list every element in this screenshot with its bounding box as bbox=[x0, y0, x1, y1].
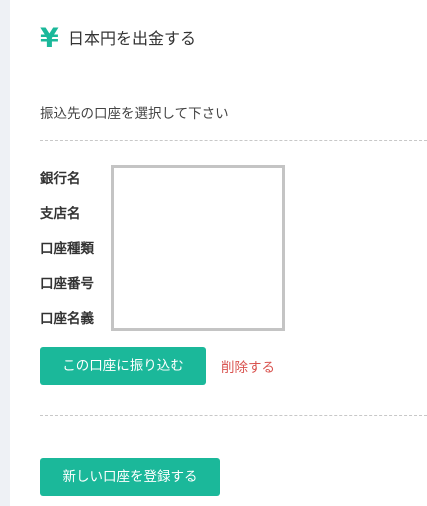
account-number-label: 口座番号 bbox=[40, 276, 94, 292]
yen-icon: ¥ bbox=[40, 23, 59, 54]
withdraw-jpy-page: ¥ 日本円を出金する 振込先の口座を選択して下さい 銀行名 支店名 口座種類 口… bbox=[0, 0, 427, 506]
account-field-labels: 銀行名 支店名 口座種類 口座番号 口座名義 bbox=[40, 168, 94, 343]
divider-bottom bbox=[40, 415, 427, 416]
account-holder-label: 口座名義 bbox=[40, 311, 94, 327]
transfer-to-account-button[interactable]: この口座に振り込む bbox=[40, 347, 206, 385]
divider-top bbox=[40, 140, 427, 141]
branch-name-label: 支店名 bbox=[40, 206, 81, 222]
page-title: 日本円を出金する bbox=[68, 29, 197, 48]
account-details-box bbox=[111, 165, 285, 331]
bank-name-label: 銀行名 bbox=[40, 171, 81, 187]
left-rail bbox=[0, 0, 10, 506]
select-account-instruction: 振込先の口座を選択して下さい bbox=[40, 106, 229, 122]
register-new-account-button[interactable]: 新しい口座を登録する bbox=[40, 458, 220, 496]
account-type-label: 口座種類 bbox=[40, 241, 94, 257]
page-header: ¥ 日本円を出金する bbox=[40, 24, 196, 54]
delete-account-link[interactable]: 削除する bbox=[221, 356, 275, 376]
